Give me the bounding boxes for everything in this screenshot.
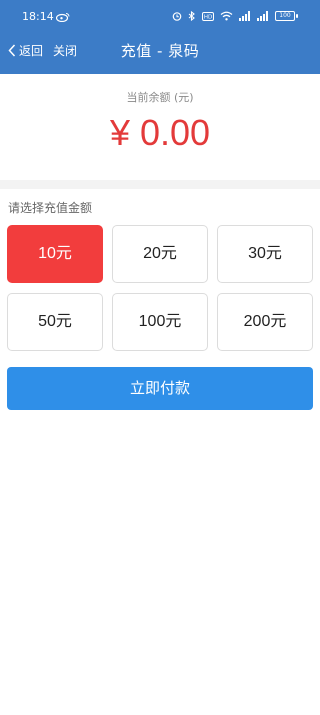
hd-icon: HD [202,11,214,21]
alarm-icon [172,12,182,21]
balance-label: 当前余额 (元) [126,91,194,104]
wifi-icon [220,11,233,21]
battery-icon: 100 [275,11,298,21]
bluetooth-icon [188,11,195,21]
weibo-icon [56,13,70,22]
amount-option-200[interactable]: 200元 [217,293,313,351]
header: 18:14 HD 100 返回 关闭 充值 - 泉码 [0,0,320,74]
amount-option-10[interactable]: 10元 [7,225,103,283]
balance-panel: 当前余额 (元) ¥ 0.00 [0,74,320,180]
amount-option-30[interactable]: 30元 [217,225,313,283]
status-bar: 18:14 HD 100 [0,0,320,34]
amount-option-100[interactable]: 100元 [112,293,208,351]
pay-now-button[interactable]: 立即付款 [7,367,313,410]
balance-amount: ¥ 0.00 [109,112,211,153]
section-divider [0,180,320,189]
battery-level: 100 [275,11,295,21]
section-title: 请选择充值金额 [8,201,93,215]
amount-option-20[interactable]: 20元 [112,225,208,283]
svg-text:HD: HD [204,14,212,20]
status-time: 18:14 [22,10,54,23]
page-title: 充值 - 泉码 [120,42,200,60]
nav-bar: 返回 关闭 充值 - 泉码 [0,34,320,68]
status-icons: HD 100 [172,11,298,21]
signal-icon [257,11,268,21]
amount-option-50[interactable]: 50元 [7,293,103,351]
signal-icon [239,11,250,21]
